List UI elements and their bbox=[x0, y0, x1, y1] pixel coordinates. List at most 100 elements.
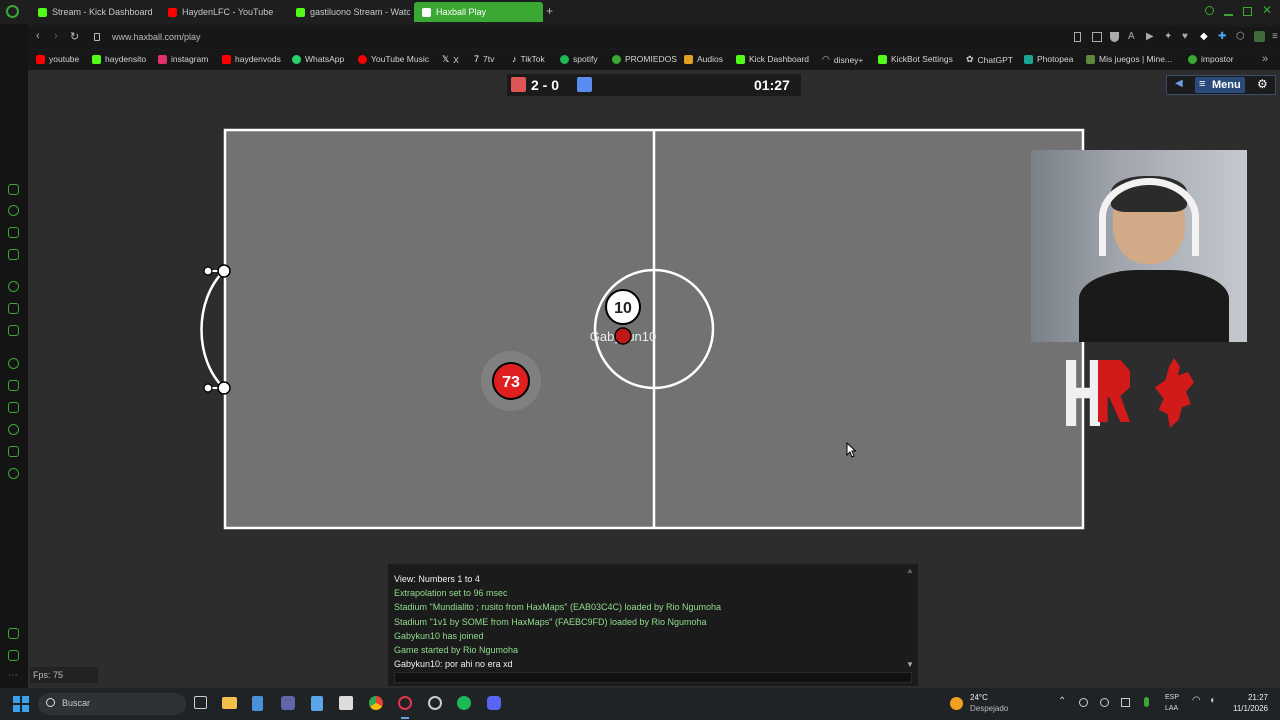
sidebar-icon-8[interactable] bbox=[8, 358, 19, 369]
tab-label: Haxball Play bbox=[436, 7, 487, 17]
bookmark-disney[interactable]: ◠ disney+ bbox=[822, 54, 863, 65]
microphone-icon[interactable] bbox=[1144, 697, 1149, 707]
sidebar-icon-11[interactable] bbox=[8, 424, 19, 435]
sidebar-icon-13[interactable] bbox=[8, 468, 19, 479]
bookmark-tiktok[interactable]: ♪ TikTok bbox=[512, 54, 545, 64]
notepad-icon[interactable] bbox=[311, 696, 323, 711]
bookmark-whatsapp[interactable]: WhatsApp bbox=[292, 54, 344, 64]
tray-icon-3[interactable] bbox=[1121, 698, 1130, 707]
search-icon bbox=[46, 698, 55, 707]
sidebar-icon-15[interactable] bbox=[8, 650, 19, 661]
snapshot-icon[interactable] bbox=[1092, 32, 1102, 42]
reload-icon[interactable]: ↻ bbox=[70, 30, 79, 43]
webcam-overlay bbox=[1031, 150, 1247, 342]
sidebar-icon-1[interactable] bbox=[8, 184, 19, 195]
wifi-icon[interactable]: ◠ bbox=[1192, 695, 1201, 706]
tab-kick-dashboard[interactable]: Stream - Kick Dashboard bbox=[30, 2, 158, 22]
back-icon[interactable]: ‹ bbox=[36, 30, 40, 42]
weather-icon[interactable] bbox=[950, 697, 963, 710]
input-language-top[interactable]: ESP bbox=[1165, 694, 1179, 701]
kick-icon bbox=[878, 54, 887, 64]
tray-icon-2[interactable] bbox=[1100, 698, 1109, 707]
bookmark-icon[interactable] bbox=[1074, 32, 1081, 42]
extension-icon-1[interactable]: ✦ bbox=[1164, 31, 1172, 42]
chat-scroll-down-icon[interactable]: ▼ bbox=[906, 660, 914, 669]
sidebar-icon-6[interactable] bbox=[8, 303, 19, 314]
chrome-icon[interactable] bbox=[369, 696, 383, 710]
volume-icon[interactable]: ◖ bbox=[1209, 695, 1215, 706]
bookmark-youtube[interactable]: youtube bbox=[36, 54, 79, 64]
address-bar: ‹ › ↻ www.haxball.com/play A ▶ ✦ ♥ ◆ ✚ ⬡… bbox=[28, 27, 1280, 49]
sidebar-icon-7[interactable] bbox=[8, 325, 19, 336]
tab-youtube[interactable]: HaydenLFC - YouTube bbox=[160, 2, 286, 22]
tab-gastiluono[interactable]: gastiluono Stream - Watch bbox=[288, 2, 410, 22]
bookmark-haydenvods[interactable]: haydenvods bbox=[222, 54, 281, 64]
bookmark-7tv[interactable]: 7 7tv bbox=[474, 54, 494, 64]
bookmark-x[interactable]: 𝕏X bbox=[442, 54, 459, 65]
heart-icon[interactable]: ♥ bbox=[1182, 31, 1188, 42]
task-view-icon[interactable] bbox=[194, 696, 207, 709]
extension-icon-3[interactable]: ✚ bbox=[1218, 31, 1226, 42]
bookmark-promiedos[interactable]: PROMIEDOS bbox=[612, 54, 677, 64]
sidebar-more-icon[interactable]: ⋯ bbox=[8, 670, 18, 681]
discord-icon[interactable] bbox=[487, 696, 501, 710]
forward-icon[interactable]: › bbox=[54, 30, 58, 42]
haxball-game-area[interactable]: 2 - 0 01:27 ◀ ≡ Menu ⚙ 73 10 Gabykun10 bbox=[28, 70, 1280, 688]
bookmark-kick-dashboard[interactable]: Kick Dashboard bbox=[736, 54, 809, 64]
bookmark-haydensito[interactable]: haydensito bbox=[92, 54, 146, 64]
taskbar-time[interactable]: 21:27 bbox=[1236, 693, 1268, 702]
close-icon[interactable]: ✕ bbox=[1262, 3, 1272, 17]
tray-icon-1[interactable] bbox=[1079, 698, 1088, 707]
app-icon[interactable] bbox=[339, 696, 353, 710]
extension-icon-2[interactable]: ◆ bbox=[1200, 31, 1208, 42]
taskbar-search-box[interactable]: Buscar bbox=[38, 693, 186, 715]
play-icon[interactable]: ▶ bbox=[1146, 31, 1154, 42]
minimize-icon[interactable] bbox=[1224, 14, 1233, 16]
bookmark-minecraft[interactable]: Mis juegos | Mine... bbox=[1086, 54, 1172, 64]
translate-icon[interactable]: A bbox=[1128, 31, 1135, 42]
chat-input[interactable] bbox=[394, 672, 912, 683]
sidebar-icon-9[interactable] bbox=[8, 380, 19, 391]
bookmark-youtube-music[interactable]: YouTube Music bbox=[358, 54, 429, 64]
sidebar-icon-2[interactable] bbox=[8, 205, 19, 216]
taskbar-date[interactable]: 11/1/2026 bbox=[1228, 704, 1268, 713]
sidebar-icon-10[interactable] bbox=[8, 402, 19, 413]
spotify-icon[interactable] bbox=[457, 696, 471, 710]
chevron-up-icon[interactable]: ⌃ bbox=[1058, 696, 1066, 707]
url-field[interactable]: www.haxball.com/play bbox=[112, 32, 201, 42]
bookmark-instagram[interactable]: instagram bbox=[158, 54, 208, 64]
maximize-icon[interactable] bbox=[1243, 7, 1252, 16]
obs-icon[interactable] bbox=[428, 696, 442, 710]
file-explorer-icon[interactable] bbox=[222, 697, 237, 709]
bookmarks-overflow-icon[interactable]: » bbox=[1262, 53, 1268, 65]
sidebar-icon-5[interactable] bbox=[8, 281, 19, 292]
new-tab-button[interactable]: + bbox=[546, 4, 553, 18]
sidebar-icon-12[interactable] bbox=[8, 446, 19, 457]
calculator-icon[interactable] bbox=[252, 696, 263, 711]
photopea-icon bbox=[1024, 54, 1033, 64]
search-icon[interactable] bbox=[1205, 6, 1214, 15]
tab-label: Stream - Kick Dashboard bbox=[52, 7, 153, 17]
chat-scroll-up-icon[interactable]: ▲ bbox=[906, 566, 914, 575]
profile-icon[interactable] bbox=[1254, 31, 1265, 42]
start-button[interactable] bbox=[13, 696, 29, 712]
bookmark-photopea[interactable]: Photopea bbox=[1024, 54, 1073, 64]
shield-icon[interactable] bbox=[1110, 32, 1119, 42]
teams-icon[interactable] bbox=[281, 696, 295, 710]
tab-haxball-play[interactable]: Haxball Play bbox=[414, 2, 543, 22]
input-language-bottom[interactable]: LAA bbox=[1165, 705, 1178, 712]
bookmark-kickbot[interactable]: KickBot Settings bbox=[878, 54, 953, 64]
youtube-icon bbox=[36, 54, 45, 64]
bookmark-impostor[interactable]: impostor bbox=[1188, 54, 1234, 64]
menu-icon[interactable]: ≡ bbox=[1272, 31, 1278, 42]
opera-gx-icon[interactable] bbox=[398, 696, 412, 710]
bookmark-spotify[interactable]: spotify bbox=[560, 54, 598, 64]
sidebar-icon-4[interactable] bbox=[8, 249, 19, 260]
promiedos-icon bbox=[612, 54, 621, 64]
bookmark-chatgpt[interactable]: ✿ ChatGPT bbox=[966, 54, 1013, 65]
sidebar-icon-3[interactable] bbox=[8, 227, 19, 238]
puzzle-icon[interactable]: ⬡ bbox=[1236, 31, 1245, 42]
bookmark-audios[interactable]: Audios bbox=[684, 54, 723, 64]
sidebar-icon-14[interactable] bbox=[8, 628, 19, 639]
opera-logo-icon[interactable] bbox=[6, 5, 19, 18]
